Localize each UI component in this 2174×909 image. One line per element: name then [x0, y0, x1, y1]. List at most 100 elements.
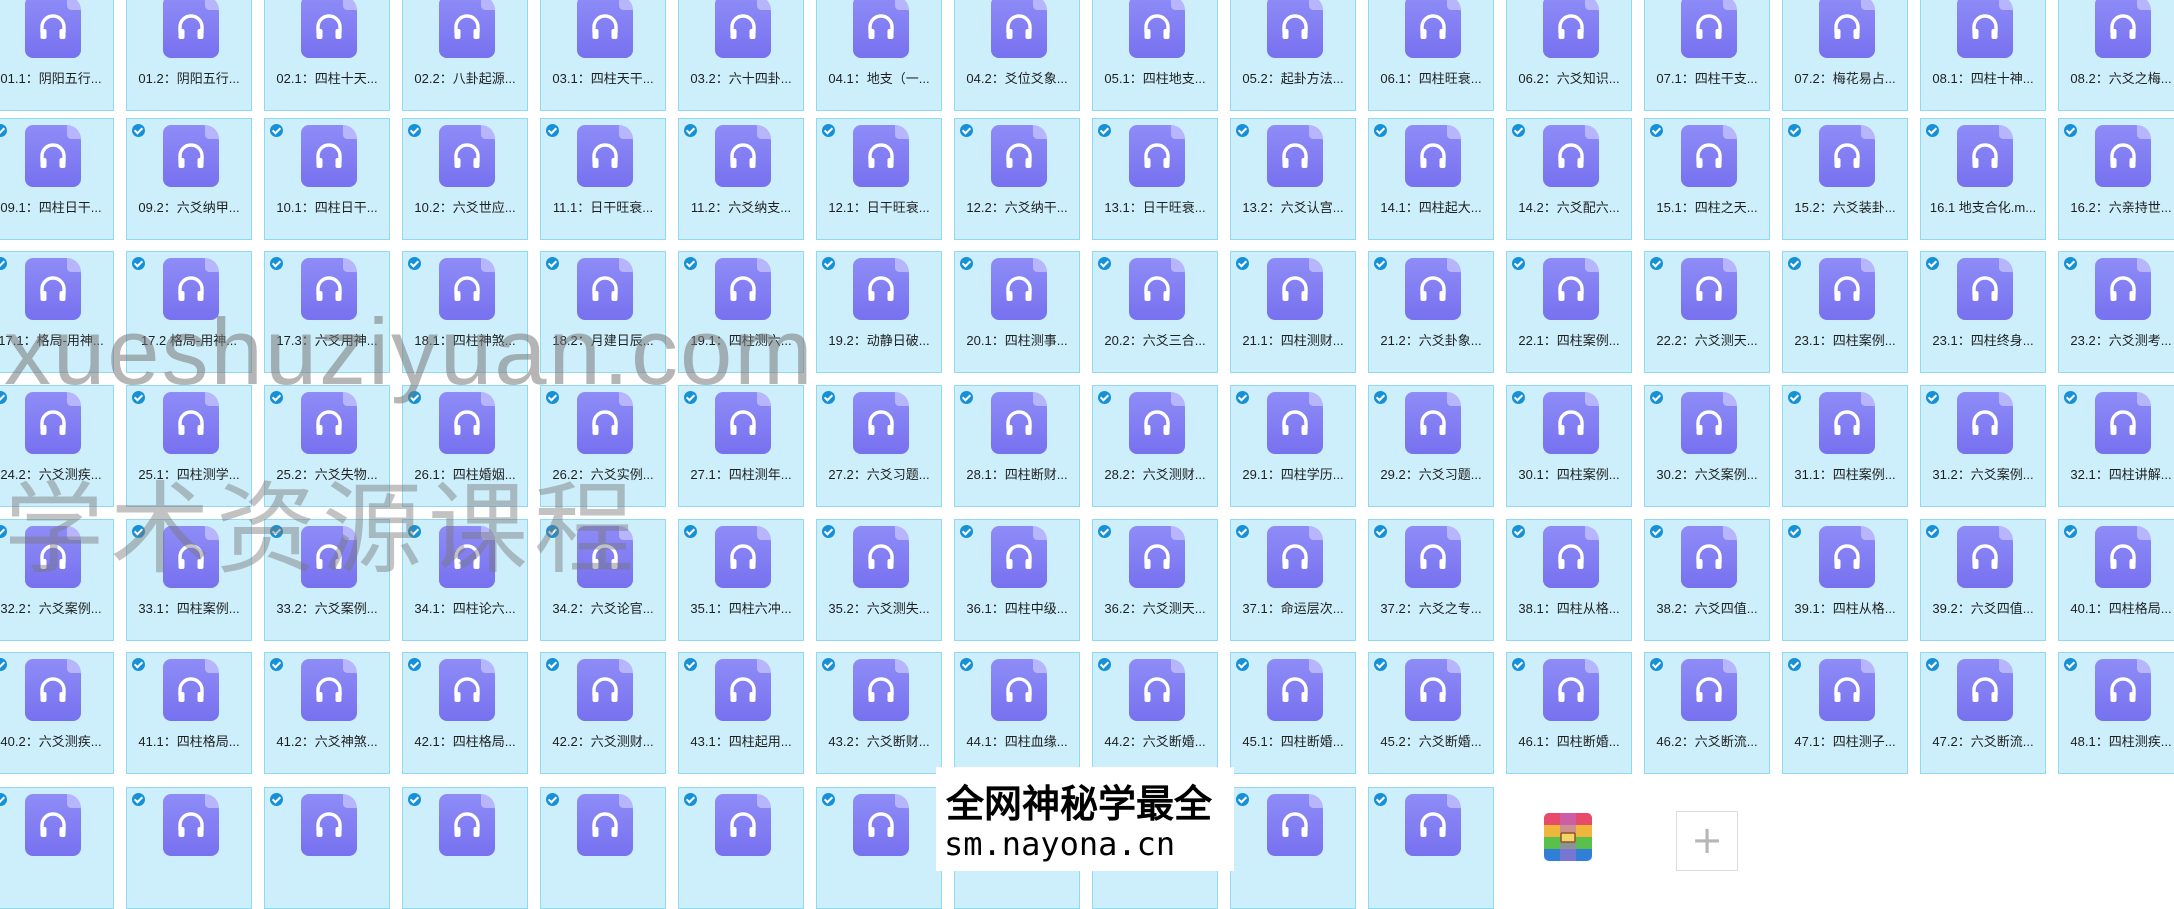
checkmark-icon[interactable] — [0, 124, 7, 137]
file-tile[interactable]: 31.1：四柱案例... — [1782, 385, 1908, 507]
file-tile[interactable]: 25.1：四柱测学... — [126, 385, 252, 507]
checkmark-icon[interactable] — [1926, 124, 1939, 137]
checkmark-icon[interactable] — [822, 658, 835, 671]
checkmark-icon[interactable] — [132, 391, 145, 404]
file-tile[interactable]: 41.1：四柱格局... — [126, 652, 252, 774]
file-tile[interactable]: 04.1：地支（一... — [816, 0, 942, 111]
checkmark-icon[interactable] — [1374, 124, 1387, 137]
file-tile[interactable]: 21.2：六爻卦象... — [1368, 251, 1494, 373]
file-tile[interactable]: 04.2：爻位爻象... — [954, 0, 1080, 111]
checkmark-icon[interactable] — [822, 391, 835, 404]
checkmark-icon[interactable] — [546, 658, 559, 671]
checkmark-icon[interactable] — [546, 391, 559, 404]
file-tile[interactable]: 11.1：日干旺衰... — [540, 118, 666, 240]
file-tile[interactable] — [126, 787, 252, 909]
checkmark-icon[interactable] — [408, 793, 421, 806]
checkmark-icon[interactable] — [132, 793, 145, 806]
file-tile[interactable]: 02.2：八卦起源... — [402, 0, 528, 111]
file-tile[interactable] — [678, 787, 804, 909]
checkmark-icon[interactable] — [1926, 391, 1939, 404]
file-tile[interactable]: 20.1：四柱测事... — [954, 251, 1080, 373]
file-tile[interactable]: 36.1：四柱中级... — [954, 519, 1080, 641]
checkmark-icon[interactable] — [1650, 658, 1663, 671]
file-tile[interactable]: 47.2：六爻断流... — [1920, 652, 2046, 774]
file-tile[interactable]: 28.1：四柱断财... — [954, 385, 1080, 507]
checkmark-icon[interactable] — [408, 124, 421, 137]
checkmark-icon[interactable] — [1512, 658, 1525, 671]
checkmark-icon[interactable] — [270, 391, 283, 404]
checkmark-icon[interactable] — [1236, 793, 1249, 806]
file-tile[interactable]: 10.2：六爻世应... — [402, 118, 528, 240]
checkmark-icon[interactable] — [1650, 525, 1663, 538]
checkmark-icon[interactable] — [408, 525, 421, 538]
checkmark-icon[interactable] — [1650, 124, 1663, 137]
checkmark-icon[interactable] — [546, 124, 559, 137]
file-tile[interactable]: 38.2：六爻四值... — [1644, 519, 1770, 641]
file-tile[interactable]: 31.2：六爻案例... — [1920, 385, 2046, 507]
file-tile[interactable]: 18.1：四柱神煞... — [402, 251, 528, 373]
checkmark-icon[interactable] — [1098, 257, 1111, 270]
file-tile[interactable]: 09.1：四柱日干... — [0, 118, 114, 240]
file-tile[interactable]: 28.2：六爻测财... — [1092, 385, 1218, 507]
file-tile[interactable]: 47.1：四柱测子... — [1782, 652, 1908, 774]
file-tile[interactable]: 43.2：六爻断财... — [816, 652, 942, 774]
checkmark-icon[interactable] — [1236, 525, 1249, 538]
file-tile[interactable]: 37.2：六爻之专... — [1368, 519, 1494, 641]
file-tile[interactable]: 02.1：四柱十天... — [264, 0, 390, 111]
file-tile[interactable]: 42.1：四柱格局... — [402, 652, 528, 774]
file-tile[interactable]: 17.1：格局-用神... — [0, 251, 114, 373]
file-tile[interactable] — [264, 787, 390, 909]
file-tile[interactable] — [540, 787, 666, 909]
file-tile[interactable]: 35.1：四柱六冲... — [678, 519, 804, 641]
checkmark-icon[interactable] — [1374, 658, 1387, 671]
file-tile[interactable]: 03.1：四柱天干... — [540, 0, 666, 111]
checkmark-icon[interactable] — [1788, 257, 1801, 270]
file-tile[interactable]: 19.1：四柱测六... — [678, 251, 804, 373]
file-tile[interactable]: 48.1：四柱测疾... — [2058, 652, 2174, 774]
file-tile[interactable]: 42.2：六爻测财... — [540, 652, 666, 774]
file-tile[interactable]: 34.2：六爻论官... — [540, 519, 666, 641]
checkmark-icon[interactable] — [960, 391, 973, 404]
checkmark-icon[interactable] — [546, 525, 559, 538]
checkmark-icon[interactable] — [960, 257, 973, 270]
file-tile[interactable]: 14.2：六爻配六... — [1506, 118, 1632, 240]
checkmark-icon[interactable] — [270, 793, 283, 806]
checkmark-icon[interactable] — [1788, 658, 1801, 671]
file-tile[interactable]: 08.1：四柱十神... — [1920, 0, 2046, 111]
file-tile[interactable]: 16.1 地支合化.m... — [1920, 118, 2046, 240]
checkmark-icon[interactable] — [270, 525, 283, 538]
checkmark-icon[interactable] — [960, 525, 973, 538]
file-tile[interactable]: 05.2：起卦方法... — [1230, 0, 1356, 111]
file-tile[interactable]: 37.1：命运层次... — [1230, 519, 1356, 641]
file-tile[interactable]: 40.2：六爻测疾... — [0, 652, 114, 774]
checkmark-icon[interactable] — [1512, 124, 1525, 137]
file-tile[interactable]: 07.1：四柱干支... — [1644, 0, 1770, 111]
file-tile[interactable]: 23.1：四柱案例... — [1782, 251, 1908, 373]
file-tile[interactable]: 10.1：四柱日干... — [264, 118, 390, 240]
checkmark-icon[interactable] — [546, 793, 559, 806]
file-tile[interactable] — [0, 787, 114, 909]
file-tile[interactable]: 27.1：四柱测年... — [678, 385, 804, 507]
file-tile[interactable] — [816, 787, 942, 909]
checkmark-icon[interactable] — [822, 525, 835, 538]
checkmark-icon[interactable] — [1236, 124, 1249, 137]
file-tile[interactable] — [402, 787, 528, 909]
add-file-button[interactable]: + — [1676, 811, 1738, 871]
checkmark-icon[interactable] — [2064, 257, 2077, 270]
file-tile[interactable]: 39.1：四柱从格... — [1782, 519, 1908, 641]
checkmark-icon[interactable] — [2064, 658, 2077, 671]
file-tile[interactable]: 12.2：六爻纳干... — [954, 118, 1080, 240]
checkmark-icon[interactable] — [2064, 391, 2077, 404]
checkmark-icon[interactable] — [822, 793, 835, 806]
file-tile[interactable]: 07.2：梅花易占... — [1782, 0, 1908, 111]
file-tile[interactable]: 03.2：六十四卦... — [678, 0, 804, 111]
checkmark-icon[interactable] — [2064, 525, 2077, 538]
checkmark-icon[interactable] — [822, 257, 835, 270]
checkmark-icon[interactable] — [822, 124, 835, 137]
file-tile[interactable]: 30.2：六爻案例... — [1644, 385, 1770, 507]
checkmark-icon[interactable] — [1236, 658, 1249, 671]
checkmark-icon[interactable] — [684, 793, 697, 806]
checkmark-icon[interactable] — [132, 658, 145, 671]
file-tile[interactable]: 44.2：六爻断婚... — [1092, 652, 1218, 774]
file-tile[interactable]: 01.1：阴阳五行... — [0, 0, 114, 111]
